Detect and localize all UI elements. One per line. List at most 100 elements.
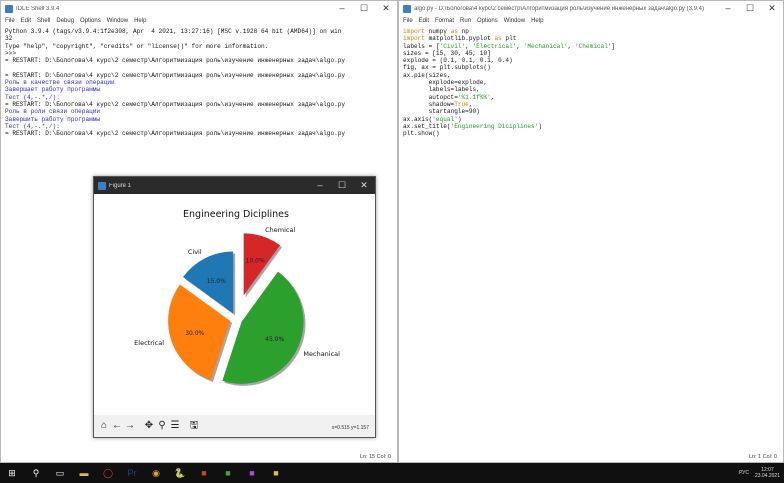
zoom-icon[interactable]: ⚲ [156, 420, 168, 432]
shell-line: Роль в роли связи операции [5, 108, 101, 116]
close-icon[interactable]: ✕ [353, 177, 375, 194]
chart-title: Engineering Diciplines [183, 209, 289, 220]
maximize-icon[interactable]: ☐ [331, 177, 353, 194]
maximize-icon[interactable]: ☐ [353, 1, 375, 16]
back-icon[interactable]: ← [111, 420, 123, 432]
windows-start-icon[interactable]: ⊞ [5, 466, 19, 480]
code-line: plt.show() [403, 130, 440, 138]
code-line: ax.pie(sizes, [403, 71, 451, 79]
editor-menu-help[interactable]: Help [531, 16, 543, 26]
slice-category-label: Electrical [134, 339, 164, 347]
slice-percent-label: 30.0% [185, 330, 204, 337]
code-line: explode = (0.1, 0.1, 0.1, 0.4) [403, 57, 513, 65]
pie-chart: Engineering Diciplines 15.0% Civil 30.0% Ele… [134, 209, 340, 386]
shell-menu-edit[interactable]: Edit [21, 16, 31, 26]
shell-line: Завершает работу программы [5, 86, 101, 94]
code-line: labels=labels, [403, 86, 480, 94]
code-line: labels = ['Civil', 'Electrical', 'Mechan… [403, 42, 616, 50]
maximize-icon[interactable]: ☐ [739, 1, 761, 16]
editor-menu-format[interactable]: Format [435, 16, 454, 26]
home-icon[interactable]: ⌂ [98, 420, 110, 432]
task-view-icon[interactable]: ▭ [53, 466, 67, 480]
opera-icon[interactable]: ◯ [101, 466, 115, 480]
shell-menu-options[interactable]: Options [80, 16, 101, 26]
code-line: sizes = [15, 30, 45, 10] [403, 49, 491, 57]
editor-menu-run[interactable]: Run [460, 16, 471, 26]
minimize-icon[interactable]: – [717, 1, 739, 16]
editor-menu-edit[interactable]: Edit [419, 16, 429, 26]
python-icon[interactable]: 🐍 [173, 466, 187, 480]
editor-code[interactable]: import numpy as np import matplotlib.pypl… [399, 26, 783, 139]
code-line: explode=explode, [403, 79, 488, 87]
shell-line: = RESTART: D:\Бологова\4 курс\2 семестр\… [5, 100, 346, 108]
pan-icon[interactable]: ✥ [143, 420, 155, 432]
shell-output[interactable]: Python 3.9.4 (tags/v3.9.4:1f2e308, Apr 4… [1, 26, 397, 139]
editor-title: algo.py - D:\Бологова\4 курс\2 семестр\А… [414, 5, 704, 12]
close-icon[interactable]: ✕ [761, 1, 783, 16]
editor-menu-file[interactable]: File [403, 16, 413, 26]
editor-statusbar: Ln: 1 Col: 0 [748, 454, 777, 460]
shell-menu-debug[interactable]: Debug [56, 16, 74, 26]
shell-line: Тест (4,-.*,/): [5, 122, 60, 130]
code-line: ax.axis('equal') [403, 115, 462, 123]
shell-menu-shell[interactable]: Shell [37, 16, 50, 26]
file-explorer-icon[interactable]: ▬ [77, 466, 91, 480]
code-line: autopct='%1.1f%%', [403, 93, 495, 101]
slice-percent-label: 10.0% [246, 258, 265, 265]
figure-title: Figure 1 [109, 182, 132, 189]
app-icon-1[interactable]: ■ [197, 466, 211, 480]
code-line: startangle=90) [403, 108, 480, 116]
search-icon[interactable]: ⚲ [29, 466, 43, 480]
shell-line: Python 3.9.4 (tags/v3.9.4:1f2e308, Apr 4… [5, 28, 342, 35]
save-icon[interactable]: 🖫 [188, 420, 200, 432]
forward-icon[interactable]: → [124, 420, 136, 432]
editor-titlebar[interactable]: algo.py - D:\Бологова\4 курс\2 семестр\А… [399, 1, 783, 16]
configure-subplots-icon[interactable]: ☰ [169, 420, 181, 432]
slice-category-label: Mechanical [303, 350, 340, 358]
close-icon[interactable]: ✕ [375, 1, 397, 16]
figure-canvas[interactable]: Engineering Diciplines 15.0% Civil 30.0% Ele… [94, 194, 375, 417]
figure-app-icon [98, 181, 106, 190]
python-app-icon [5, 4, 13, 13]
figure-titlebar[interactable]: Figure 1 – ☐ ✕ [94, 177, 375, 194]
shell-line: Type "help", "copyright", "credits" or "… [5, 42, 269, 50]
shell-menu-window[interactable]: Window [107, 16, 128, 26]
slice-category-label: Civil [188, 248, 202, 256]
slice-category-label: Chemical [265, 226, 295, 234]
clock[interactable]: 12:07 23.04.2021 [755, 467, 780, 479]
code-line: ax.set_title('Engineering Diciplines') [403, 122, 542, 130]
chrome-icon[interactable]: ◉ [149, 466, 163, 480]
slice-percent-label: 15.0% [207, 278, 226, 285]
minimize-icon[interactable]: – [331, 1, 353, 16]
shell-titlebar[interactable]: IDLE Shell 3.9.4 – ☐ ✕ [1, 1, 397, 16]
premiere-icon[interactable]: Pr [125, 466, 139, 480]
shell-line: >>> [5, 49, 16, 57]
tray-language[interactable]: РУС [739, 470, 749, 476]
shell-line: Завершить работу программы [5, 115, 101, 123]
python-app-icon [403, 4, 411, 13]
shell-menu-help[interactable]: Help [134, 16, 146, 26]
shell-line: 32 [5, 35, 13, 43]
app-icon-3[interactable]: ■ [245, 466, 259, 480]
editor-menu-options[interactable]: Options [477, 16, 498, 26]
minimize-icon[interactable]: – [309, 177, 331, 194]
desktop: IDLE Shell 3.9.4 – ☐ ✕ File Edit Shell Debu… [0, 0, 784, 483]
editor-menu-window[interactable]: Window [504, 16, 525, 26]
app-icon-2[interactable]: ■ [221, 466, 235, 480]
shell-menubar: File Edit Shell Debug Options Window Help [1, 16, 397, 26]
shell-line: = RESTART: D:\Бологова\4 курс\2 семестр\… [5, 130, 346, 138]
system-tray: РУС 12:07 23.04.2021 [739, 463, 780, 483]
cursor-coordinates: x=0.515 y=1.157 [331, 425, 369, 431]
taskbar: ⊞ ⚲ ▭ ▬ ◯ Pr ◉ 🐍 ■ ■ ■ ■ РУС 12:07 23.04.2021 [0, 463, 784, 483]
code-line: import numpy as np [403, 28, 469, 35]
slice-percent-label: 45.0% [265, 336, 284, 343]
code-line: fig, ax = plt.subplots() [403, 64, 491, 72]
shell-line: Тест (4,-.*,/): [5, 93, 60, 101]
shell-statusbar: Ln: 15 Col: 0 [359, 454, 391, 460]
app-icon-4[interactable]: ■ [269, 466, 283, 480]
code-line: shadow=True, [403, 100, 473, 108]
shell-line: Роль в качестве связи операции [5, 79, 115, 87]
shell-menu-file[interactable]: File [5, 16, 15, 26]
shell-line: = RESTART: D:\Бологова\4 курс\2 семестр\… [5, 71, 346, 79]
